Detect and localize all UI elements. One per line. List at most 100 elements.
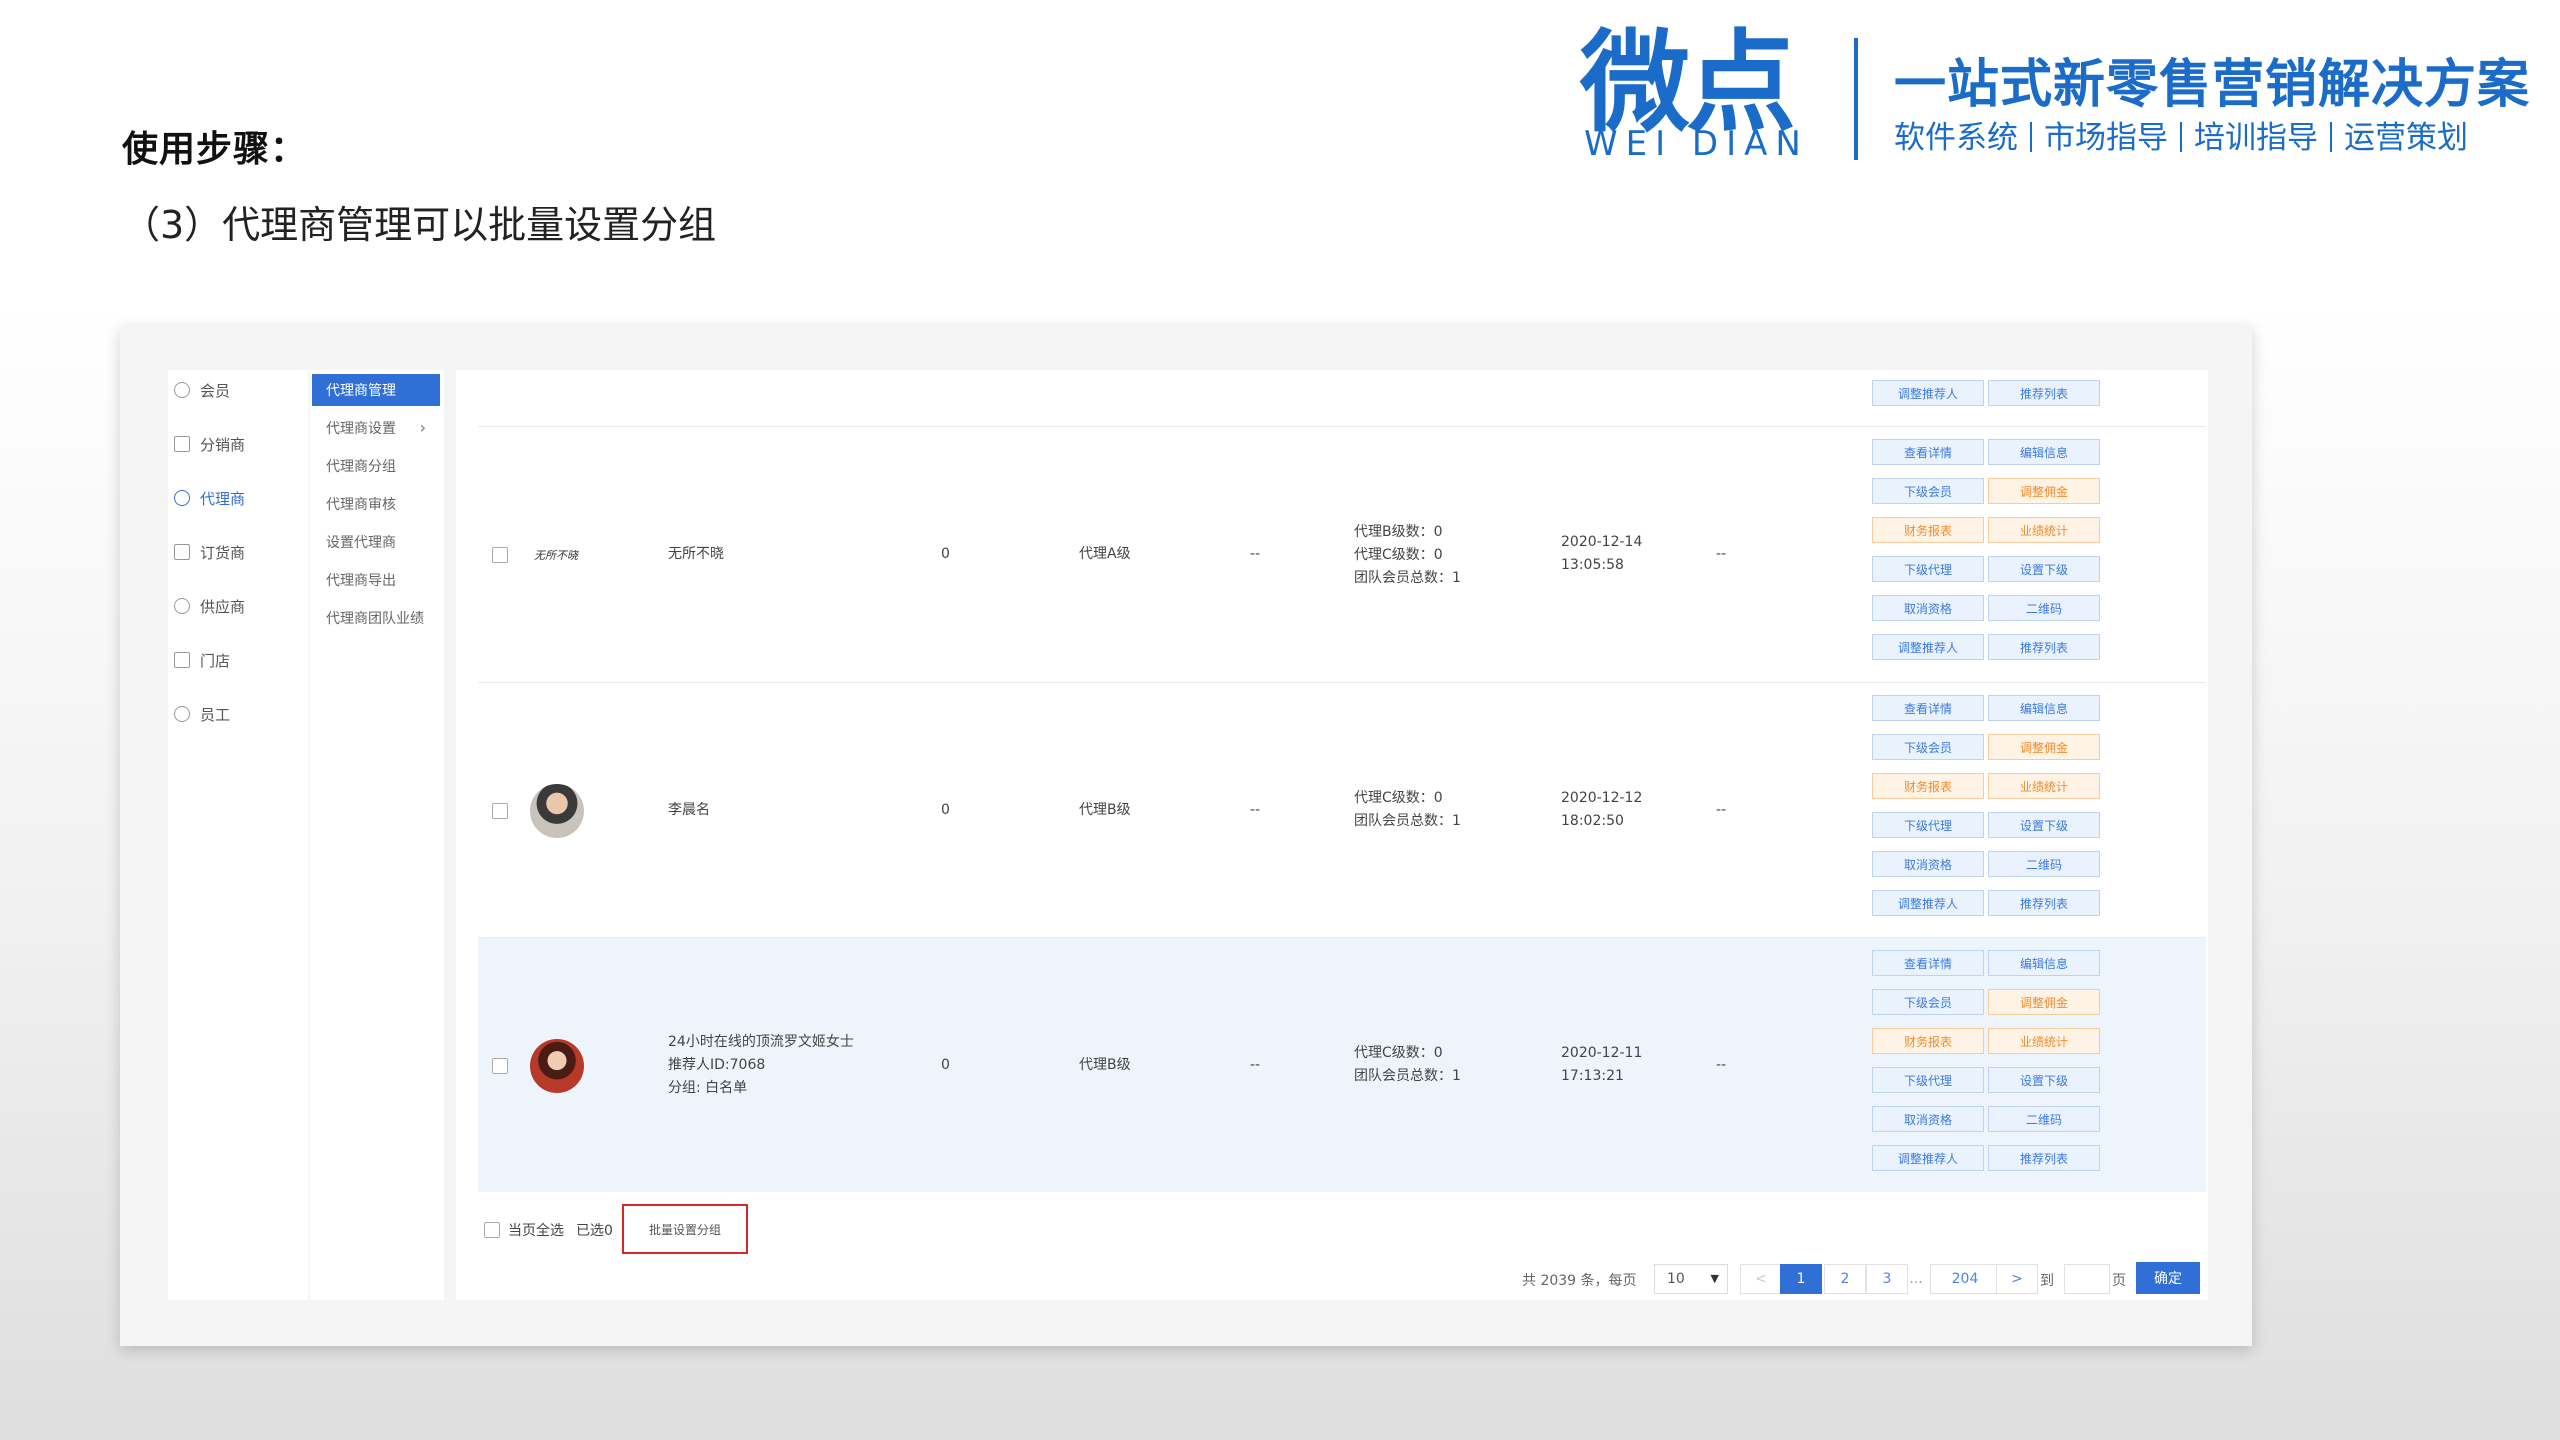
sidebar-item-store[interactable]: 门店 xyxy=(174,640,230,680)
set-sub-button[interactable]: 设置下级 xyxy=(1988,812,2100,838)
row-checkbox[interactable] xyxy=(492,547,508,563)
page-ellipsis: ... xyxy=(1909,1271,1923,1287)
sidebar-item-label: 门店 xyxy=(200,651,231,670)
submenu-set-agent[interactable]: 设置代理商 xyxy=(312,526,440,558)
adjust-referrer-button[interactable]: 调整推荐人 xyxy=(1872,634,1984,660)
set-sub-button[interactable]: 设置下级 xyxy=(1988,556,2100,582)
finance-report-button[interactable]: 财务报表 xyxy=(1872,517,1984,543)
sidebar-item-distributor[interactable]: 分销商 xyxy=(174,424,245,464)
select-all-checkbox[interactable] xyxy=(484,1222,500,1238)
store-icon xyxy=(174,652,190,668)
sub-members-button[interactable]: 下级会员 xyxy=(1872,989,1984,1015)
created-clock: 13:05:58 xyxy=(1561,557,1624,573)
agent-level: 代理A级 xyxy=(1079,546,1131,562)
row-checkbox[interactable] xyxy=(492,803,508,819)
adjust-commission-button[interactable]: 调整佣金 xyxy=(1988,734,2100,760)
sub-agents-button[interactable]: 下级代理 xyxy=(1872,812,1984,838)
table-row: 无所不晓 无所不晓 0 代理A级 -- 代理B级数：0 代理C级数：0 团队会员总数… xyxy=(478,426,2206,682)
cancel-qualification-button[interactable]: 取消资格 xyxy=(1872,595,1984,621)
submenu-agent-management[interactable]: 代理商管理 xyxy=(312,374,440,406)
adjust-referrer-button[interactable]: 调整推荐人 xyxy=(1872,1145,1984,1171)
sub-agents-button[interactable]: 下级代理 xyxy=(1872,1067,1984,1093)
submenu-agent-export[interactable]: 代理商导出 xyxy=(312,564,440,596)
qrcode-button[interactable]: 二维码 xyxy=(1988,595,2100,621)
finance-report-button[interactable]: 财务报表 xyxy=(1872,773,1984,799)
agent-icon xyxy=(174,490,190,506)
steps-heading: 使用步骤： xyxy=(122,129,308,170)
performance-button[interactable]: 业绩统计 xyxy=(1988,1028,2100,1054)
sidebar-item-staff[interactable]: 员工 xyxy=(174,694,230,734)
order-icon xyxy=(174,544,190,560)
adjust-referrer-button[interactable]: 调整推荐人 xyxy=(1872,380,1984,406)
referral-list-button[interactable]: 推荐列表 xyxy=(1988,890,2100,916)
created-date: 2020-12-12 xyxy=(1561,790,1643,806)
goto-confirm-button[interactable]: 确定 xyxy=(2136,1262,2200,1294)
next-page-button[interactable]: > xyxy=(1996,1264,2038,1294)
adjust-referrer-button[interactable]: 调整推荐人 xyxy=(1872,890,1984,916)
sidebar-item-member[interactable]: 会员 xyxy=(174,370,230,410)
agent-level: 代理B级 xyxy=(1079,802,1131,818)
select-all-label[interactable]: 当页全选 xyxy=(508,1220,564,1240)
adjust-commission-button[interactable]: 调整佣金 xyxy=(1988,989,2100,1015)
tagline-item: 培训指导 xyxy=(2194,120,2318,156)
submenu-label: 代理商管理 xyxy=(326,383,396,399)
performance-button[interactable]: 业绩统计 xyxy=(1988,517,2100,543)
submenu-agent-review[interactable]: 代理商审核 xyxy=(312,488,440,520)
page-button-last[interactable]: 204 xyxy=(1930,1264,2000,1294)
referral-list-button[interactable]: 推荐列表 xyxy=(1988,634,2100,660)
set-sub-button[interactable]: 设置下级 xyxy=(1988,1067,2100,1093)
qrcode-button[interactable]: 二维码 xyxy=(1988,1106,2100,1132)
placeholder-value: -- xyxy=(1716,1057,1727,1073)
sidebar-item-agent[interactable]: 代理商 xyxy=(174,478,245,518)
pagination-total: 共 2039 条，每页 xyxy=(1522,1273,1637,1289)
referral-list-button[interactable]: 推荐列表 xyxy=(1988,380,2100,406)
stat-line: 团队会员总数：1 xyxy=(1354,1068,1461,1084)
goto-page-input[interactable] xyxy=(2064,1264,2110,1294)
created-time: 2020-12-11 17:13:21 xyxy=(1561,1042,1642,1088)
agent-count: 0 xyxy=(941,546,950,562)
prev-page-button[interactable]: < xyxy=(1740,1264,1782,1294)
brand-divider xyxy=(1854,38,1858,160)
performance-button[interactable]: 业绩统计 xyxy=(1988,773,2100,799)
page-button-2[interactable]: 2 xyxy=(1824,1264,1866,1294)
sidebar-item-supplier[interactable]: 供应商 xyxy=(174,586,245,626)
sidebar-item-label: 供应商 xyxy=(200,597,246,616)
page-size-select[interactable]: 10 ▼ xyxy=(1654,1264,1728,1294)
adjust-commission-button[interactable]: 调整佣金 xyxy=(1988,478,2100,504)
referrer-id: 推荐人ID:7068 xyxy=(668,1057,766,1073)
created-date: 2020-12-14 xyxy=(1561,534,1643,550)
submenu-agent-settings[interactable]: 代理商设置 › xyxy=(312,412,440,444)
submenu-label: 代理商导出 xyxy=(326,573,396,589)
sub-members-button[interactable]: 下级会员 xyxy=(1872,734,1984,760)
submenu-team-performance[interactable]: 代理商团队业绩 xyxy=(312,602,440,634)
batch-set-group-button[interactable]: 批量设置分组 xyxy=(622,1204,748,1254)
staff-icon xyxy=(174,706,190,722)
placeholder-value: -- xyxy=(1250,802,1261,818)
table-row-partial: 调整推荐人 推荐列表 xyxy=(478,370,2206,426)
avatar-signature: 无所不晓 xyxy=(534,549,578,562)
page-button-1[interactable]: 1 xyxy=(1780,1264,1822,1294)
referral-list-button[interactable]: 推荐列表 xyxy=(1988,1145,2100,1171)
sub-agents-button[interactable]: 下级代理 xyxy=(1872,556,1984,582)
distributor-icon xyxy=(174,436,190,452)
cancel-qualification-button[interactable]: 取消资格 xyxy=(1872,1106,1984,1132)
qrcode-button[interactable]: 二维码 xyxy=(1988,851,2100,877)
edit-info-button[interactable]: 编辑信息 xyxy=(1988,950,2100,976)
submenu-agent-groups[interactable]: 代理商分组 xyxy=(312,450,440,482)
brand-tagline-items: 软件系统 市场指导 培训指导 运营策划 xyxy=(1894,112,2468,157)
secondary-sidebar: 代理商管理 代理商设置 › 代理商分组 代理商审核 设置代理商 代理商导出 代理商… xyxy=(310,370,444,1300)
sidebar-item-orderer[interactable]: 订货商 xyxy=(174,532,245,572)
supplier-icon xyxy=(174,598,190,614)
view-detail-button[interactable]: 查看详情 xyxy=(1872,950,1984,976)
cancel-qualification-button[interactable]: 取消资格 xyxy=(1872,851,1984,877)
edit-info-button[interactable]: 编辑信息 xyxy=(1988,695,2100,721)
edit-info-button[interactable]: 编辑信息 xyxy=(1988,439,2100,465)
finance-report-button[interactable]: 财务报表 xyxy=(1872,1028,1984,1054)
tagline-item: 软件系统 xyxy=(1894,120,2018,156)
submenu-label: 代理商审核 xyxy=(326,497,396,513)
submenu-label: 代理商设置 xyxy=(326,421,396,437)
sub-members-button[interactable]: 下级会员 xyxy=(1872,478,1984,504)
view-detail-button[interactable]: 查看详情 xyxy=(1872,695,1984,721)
row-checkbox[interactable] xyxy=(492,1058,508,1074)
view-detail-button[interactable]: 查看详情 xyxy=(1872,439,1984,465)
